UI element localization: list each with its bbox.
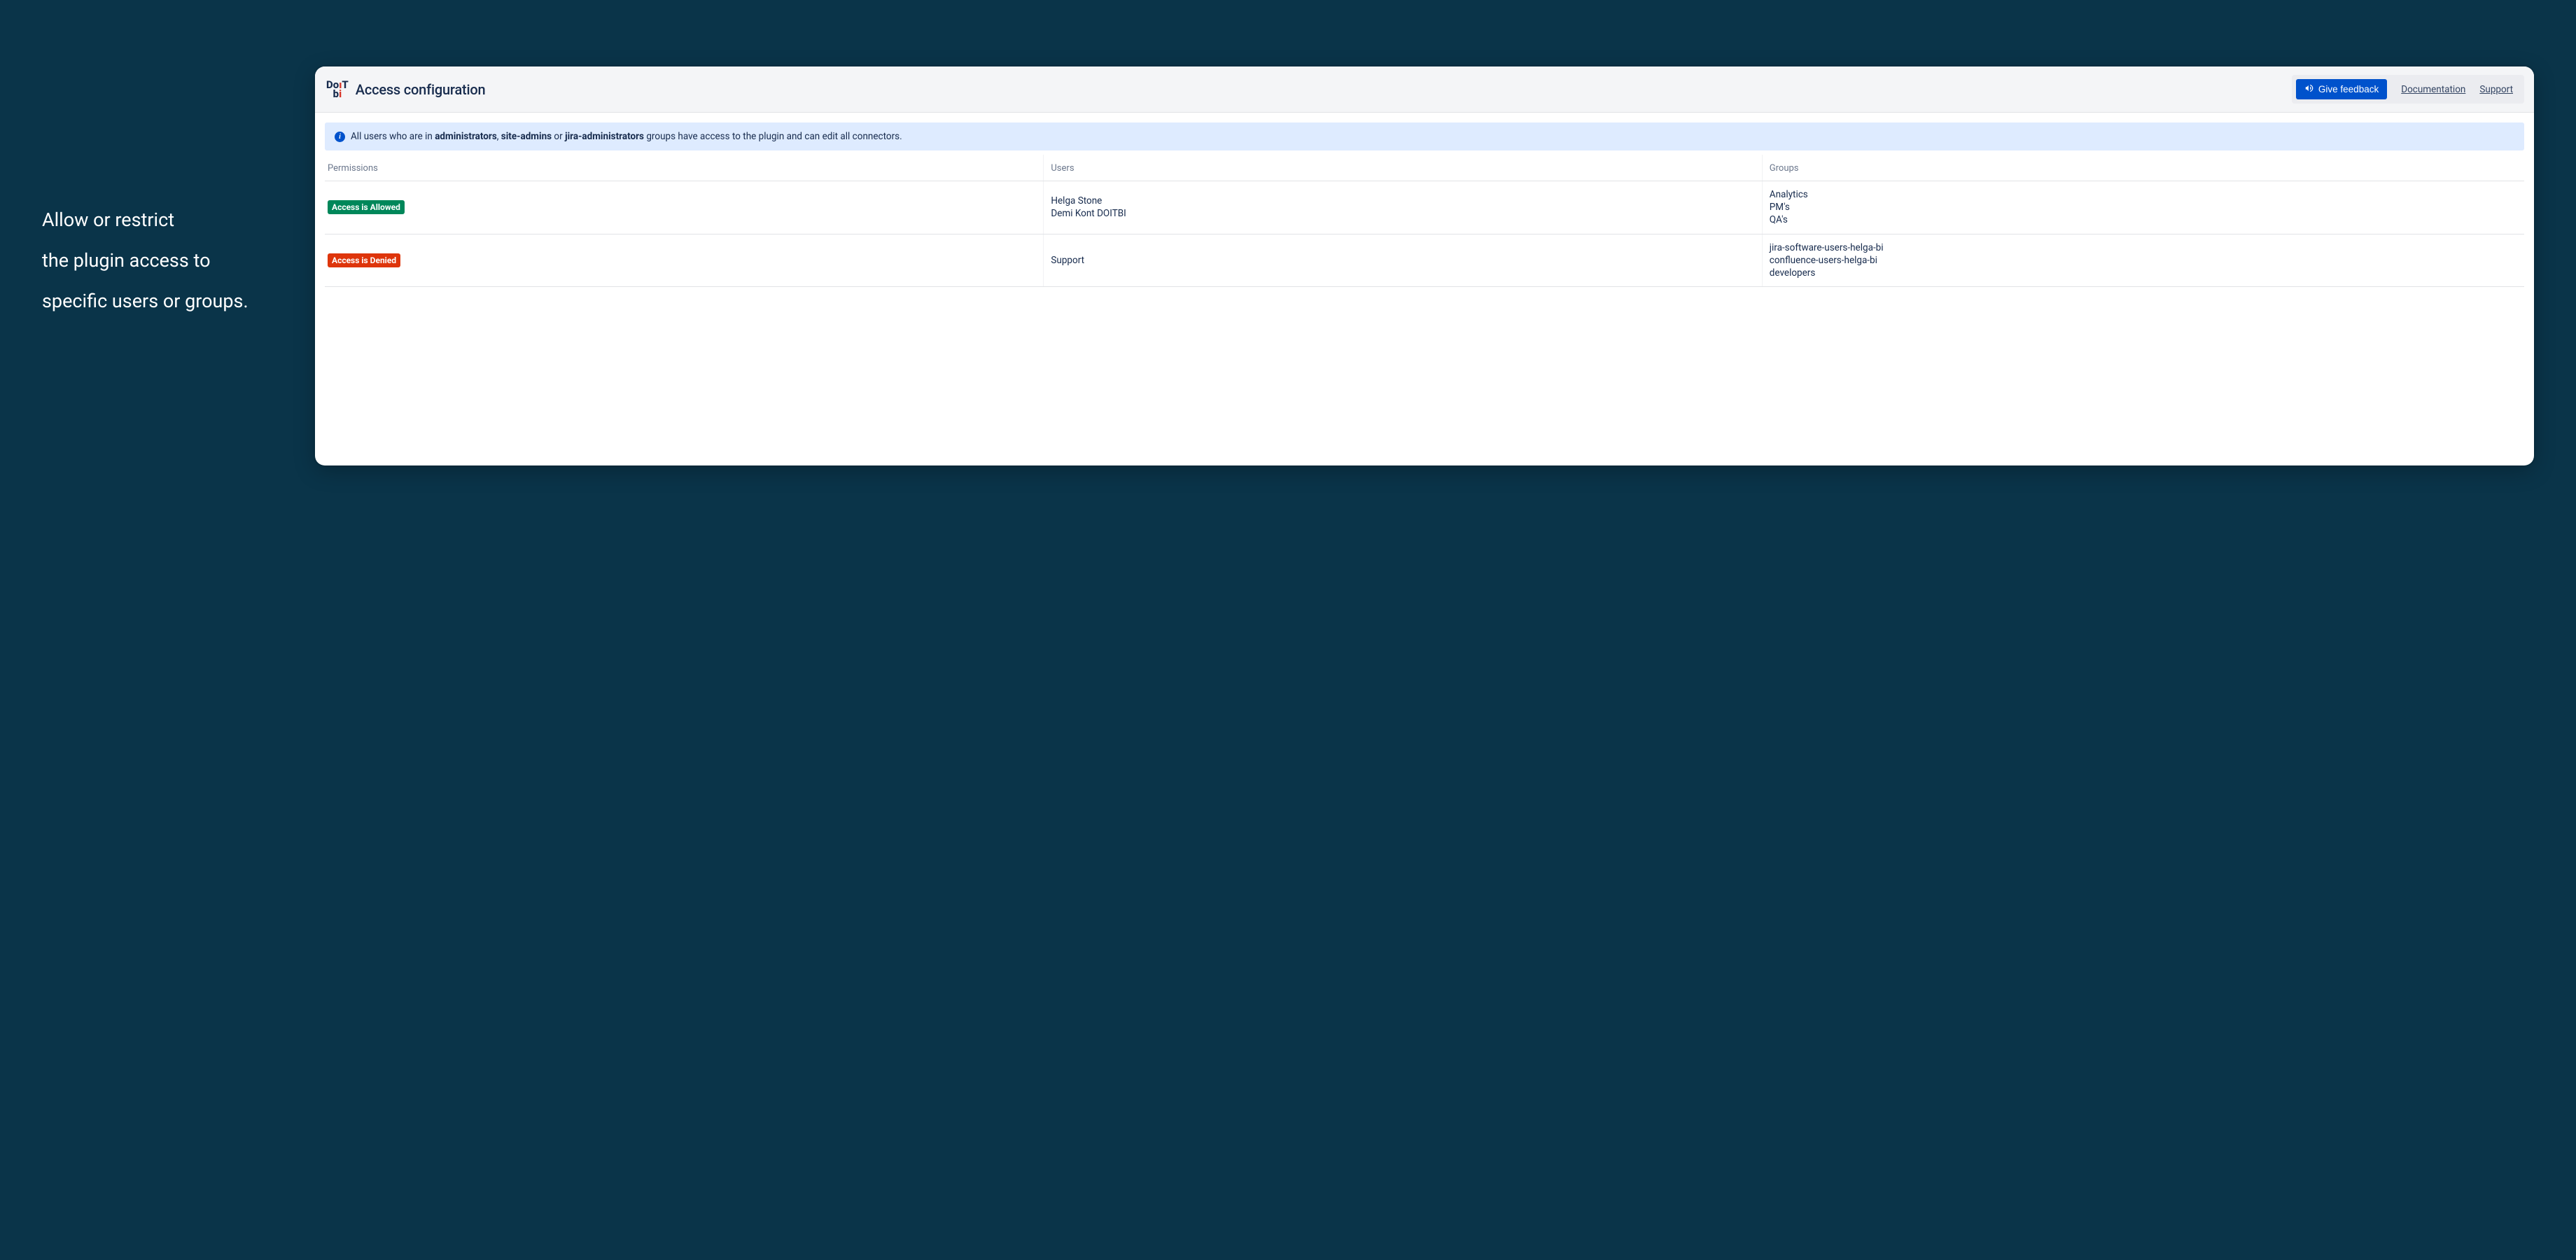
cell-groups: jira-software-users-helga-biconfluence-u… (1762, 234, 2524, 287)
give-feedback-button[interactable]: Give feedback (2296, 79, 2387, 99)
group-item: developers (1770, 267, 1816, 279)
info-banner: i All users who are in administrators, s… (325, 122, 2524, 150)
table-row[interactable]: Access is Allowed Helga StoneDemi Kont DO… (325, 181, 2524, 234)
caption-line: Allow or restrict (42, 200, 308, 240)
documentation-link[interactable]: Documentation (2401, 84, 2465, 95)
group-item: Analytics (1770, 188, 1808, 201)
cell-groups: AnalyticsPM'sQA's (1762, 181, 2524, 234)
banner-text: All users who are in administrators, sit… (351, 131, 902, 142)
page-title: Access configuration (356, 81, 486, 98)
status-badge: Access is Denied (328, 253, 400, 267)
group-item: PM's (1770, 201, 1790, 214)
user-item: Demi Kont DOITBI (1051, 207, 1126, 220)
column-users: Users (1043, 155, 1761, 181)
permissions-table: Permissions Users Groups Access is Allow… (325, 155, 2524, 287)
user-item: Helga Stone (1051, 195, 1102, 207)
group-item: confluence-users-helga-bi (1770, 254, 1877, 267)
cell-users: Helga StoneDemi Kont DOITBI (1043, 181, 1761, 234)
info-icon: i (335, 132, 345, 142)
cell-permission: Access is Allowed (325, 181, 1043, 234)
header-bar: DoıT bi Access configuration Give feedba… (315, 66, 2534, 113)
logo: DoıT bi (326, 80, 349, 99)
caption-line: the plugin access to (42, 240, 308, 281)
group-item: QA's (1770, 214, 1788, 226)
user-item: Support (1051, 254, 1084, 267)
content-area: i All users who are in administrators, s… (315, 113, 2534, 297)
column-permissions: Permissions (325, 155, 1043, 181)
group-item: jira-software-users-helga-bi (1770, 241, 1884, 254)
promo-caption: Allow or restrict the plugin access to s… (42, 66, 308, 321)
caption-line: specific users or groups. (42, 281, 308, 321)
table-row[interactable]: Access is Denied Support jira-software-use… (325, 234, 2524, 288)
support-link[interactable]: Support (2479, 84, 2513, 95)
header-actions: Give feedback Documentation Support (2292, 75, 2524, 104)
table-header-row: Permissions Users Groups (325, 155, 2524, 181)
feedback-label: Give feedback (2318, 84, 2379, 94)
app-window: DoıT bi Access configuration Give feedba… (315, 66, 2534, 465)
megaphone-icon (2304, 83, 2314, 95)
status-badge: Access is Allowed (328, 200, 405, 214)
cell-users: Support (1043, 234, 1761, 287)
cell-permission: Access is Denied (325, 234, 1043, 287)
column-groups: Groups (1762, 155, 2524, 181)
header-left: DoıT bi Access configuration (326, 80, 485, 99)
